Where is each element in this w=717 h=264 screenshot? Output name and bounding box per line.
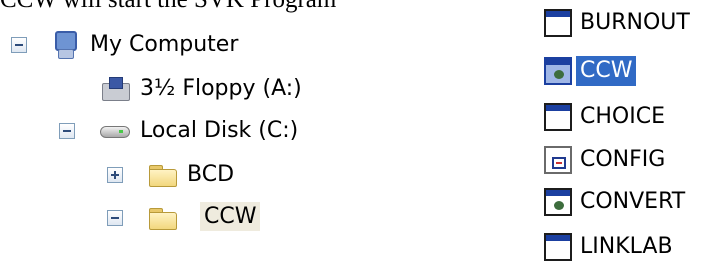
file-item-label: LINKLAB bbox=[580, 234, 673, 259]
file-item-label: CONVERT bbox=[580, 189, 686, 214]
tree-node-label: My Computer bbox=[90, 32, 239, 57]
file-item-label-selected: CCW bbox=[576, 56, 637, 86]
program-window-icon bbox=[544, 233, 572, 261]
file-item-label: CONFIG bbox=[580, 147, 666, 172]
tree-node-local-disk[interactable]: Local Disk (C:) bbox=[0, 112, 420, 150]
tree-node-label-selected: CCW bbox=[200, 202, 261, 231]
tree-node-label: Local Disk (C:) bbox=[140, 118, 299, 143]
file-item-label: BURNOUT bbox=[580, 10, 690, 35]
folder-open-icon bbox=[148, 206, 178, 230]
file-item-burnout[interactable]: BURNOUT bbox=[540, 8, 717, 40]
tree-node-label: BCD bbox=[187, 162, 235, 187]
collapse-toggle-icon[interactable] bbox=[11, 37, 27, 53]
file-list: BURNOUT CCW CHOICE CONFIG CONVERT LINKLA… bbox=[540, 0, 717, 261]
tree-node-ccw[interactable]: CCW bbox=[0, 199, 300, 237]
tree-node-bcd[interactable]: BCD bbox=[0, 156, 300, 194]
config-file-icon bbox=[544, 146, 572, 174]
floppy-drive-icon bbox=[100, 77, 130, 101]
dos-program-icon bbox=[544, 57, 572, 85]
collapse-toggle-icon[interactable] bbox=[59, 123, 75, 139]
file-item-label: CHOICE bbox=[580, 104, 665, 129]
my-computer-icon bbox=[53, 31, 77, 59]
collapse-toggle-icon[interactable] bbox=[107, 210, 123, 226]
tree-node-label: 3½ Floppy (A:) bbox=[140, 76, 302, 101]
folder-tree: My Computer 3½ Floppy (A:) Local Disk (C… bbox=[0, 0, 470, 248]
program-window-icon bbox=[544, 9, 572, 37]
file-item-choice[interactable]: CHOICE bbox=[540, 102, 717, 134]
dos-program-icon bbox=[544, 188, 572, 216]
folder-icon bbox=[148, 163, 178, 187]
file-item-convert[interactable]: CONVERT bbox=[540, 187, 717, 219]
tree-node-my-computer[interactable]: My Computer bbox=[0, 26, 320, 64]
expand-toggle-icon[interactable] bbox=[107, 167, 123, 183]
hard-disk-icon bbox=[100, 122, 130, 140]
file-item-ccw[interactable]: CCW bbox=[540, 56, 717, 88]
tree-node-floppy[interactable]: 3½ Floppy (A:) bbox=[0, 70, 380, 108]
file-item-config[interactable]: CONFIG bbox=[540, 145, 717, 177]
program-window-icon bbox=[544, 103, 572, 131]
file-item-linklab[interactable]: LINKLAB bbox=[540, 232, 717, 264]
